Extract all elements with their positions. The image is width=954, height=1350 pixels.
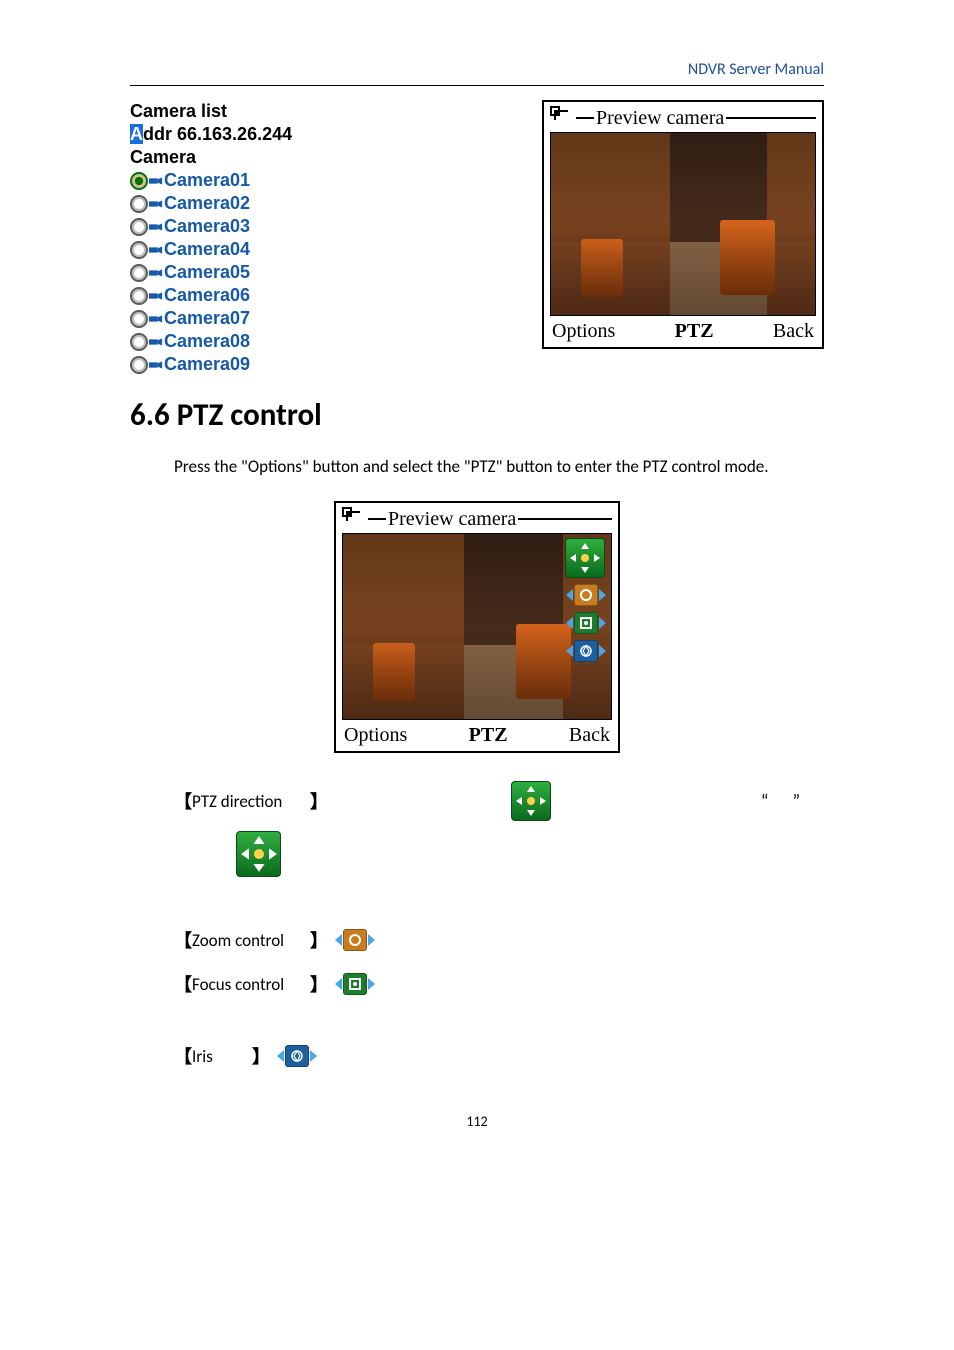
preview-video [550,132,816,316]
camera-icon [149,337,163,347]
zoom-row: 【 Zoom control 】 Click left or right arr… [130,923,824,957]
camera-icon [149,314,163,324]
radio-icon [130,218,148,236]
camera-list-addr: Addr 66.163.26.244 [130,123,292,146]
camera-icon [149,199,163,209]
ptz-title: Preview camera [388,508,516,531]
page-number: 112 [130,1113,824,1130]
bracket-open: 【 [174,788,192,814]
camera-name: Camera03 [164,215,250,238]
title-dash [368,518,386,520]
ptz-iris-icon[interactable] [565,640,607,662]
ptz-direction-row: 【 PTZ direction 】 Move the joystick to t… [130,781,824,821]
preview-panel: Preview camera Options PTZ Back [542,100,824,349]
camera-icon [149,245,163,255]
ptz-video [342,533,612,720]
radio-icon [130,241,148,259]
camera-name: Camera01 [164,169,250,192]
camera-icon [149,268,163,278]
ptz-direction-icon [511,781,551,821]
camera-item[interactable]: Camera09 [130,353,292,376]
focus-row: 【 Focus control 】 Click left or right ar… [130,967,824,1001]
bracket-close: 】 [310,971,328,997]
camera-name: Camera08 [164,330,250,353]
camera-icon [149,176,163,186]
section-heading: 6.6 PTZ control [130,396,824,434]
iris-label: Iris [192,1046,252,1067]
camera-item[interactable]: Camera01 [130,169,292,192]
camera-item[interactable]: Camera07 [130,307,292,330]
radio-icon [130,264,148,282]
camera-item[interactable]: Camera04 [130,238,292,261]
camera-icon [149,360,163,370]
title-dash [518,518,612,520]
radio-icon [130,310,148,328]
ptz-focus-icon[interactable] [565,612,607,634]
ptz-direction-active-row: , you can move the joystick to control P… [130,831,824,877]
ptz-zoom-icon[interactable] [565,584,607,606]
camera-item[interactable]: Camera02 [130,192,292,215]
bracket-close: 】 [310,788,328,814]
camera-name: Camera06 [164,284,250,307]
camera-name: Camera02 [164,192,250,215]
intro-paragraph: Press the "Options" button and select th… [130,456,824,477]
bracket-close: 】 [310,927,328,953]
camera-item[interactable]: Camera03 [130,215,292,238]
signal-icon [550,106,572,130]
camera-item[interactable]: Camera08 [130,330,292,353]
options-button[interactable]: Options [344,724,407,747]
addr-first-letter: A [130,124,143,144]
bracket-open: 【 [174,971,192,997]
radio-icon [130,287,148,305]
page-header-link: NDVR Server Manual [130,60,824,79]
camera-name: Camera07 [164,307,250,330]
quote-marks: “” [761,790,824,812]
preview-titlebar: Preview camera [544,102,822,132]
camera-item[interactable]: Camera06 [130,284,292,307]
camera-list-title: Camera list [130,100,292,123]
radio-icon [130,195,148,213]
ptz-direction-label: PTZ direction [192,791,310,812]
camera-icon [149,222,163,232]
bracket-open: 【 [174,1043,192,1069]
addr-rest: ddr 66.163.26.244 [143,124,292,144]
options-button[interactable]: Options [552,320,615,343]
camera-name: Camera09 [164,353,250,376]
camera-icon [149,291,163,301]
title-dash [576,117,594,119]
back-button[interactable]: Back [569,724,610,747]
signal-icon [342,507,364,531]
bracket-close: 】 [252,1043,270,1069]
ptz-titlebar: Preview camera [336,503,618,533]
header-divider [130,85,824,86]
camera-name: Camera04 [164,238,250,261]
bracket-open: 【 [174,927,192,953]
preview-title: Preview camera [596,107,724,130]
ptz-button[interactable]: PTZ [675,320,714,343]
focus-label: Focus control [192,974,310,995]
camera-name: Camera05 [164,261,250,284]
camera-list: Camera list Addr 66.163.26.244 Camera Ca… [130,100,292,376]
radio-icon [130,333,148,351]
ptz-direction-icon[interactable] [565,538,605,578]
ptz-zoom-icon [334,929,376,951]
title-dash [726,117,816,119]
radio-icon [130,172,148,190]
ptz-iris-icon [276,1045,318,1067]
zoom-label: Zoom control [192,930,310,951]
back-button[interactable]: Back [773,320,814,343]
ptz-focus-icon [334,973,376,995]
ptz-panel: Preview camera Options PTZ Back [334,501,620,753]
camera-item[interactable]: Camera05 [130,261,292,284]
iris-row: 【 Iris 】 Click left or right arrow to ad… [130,1039,824,1073]
ptz-button[interactable]: PTZ [469,724,508,747]
camera-group-label: Camera [130,146,292,169]
radio-icon [130,356,148,374]
ptz-direction-active-icon [236,831,281,877]
